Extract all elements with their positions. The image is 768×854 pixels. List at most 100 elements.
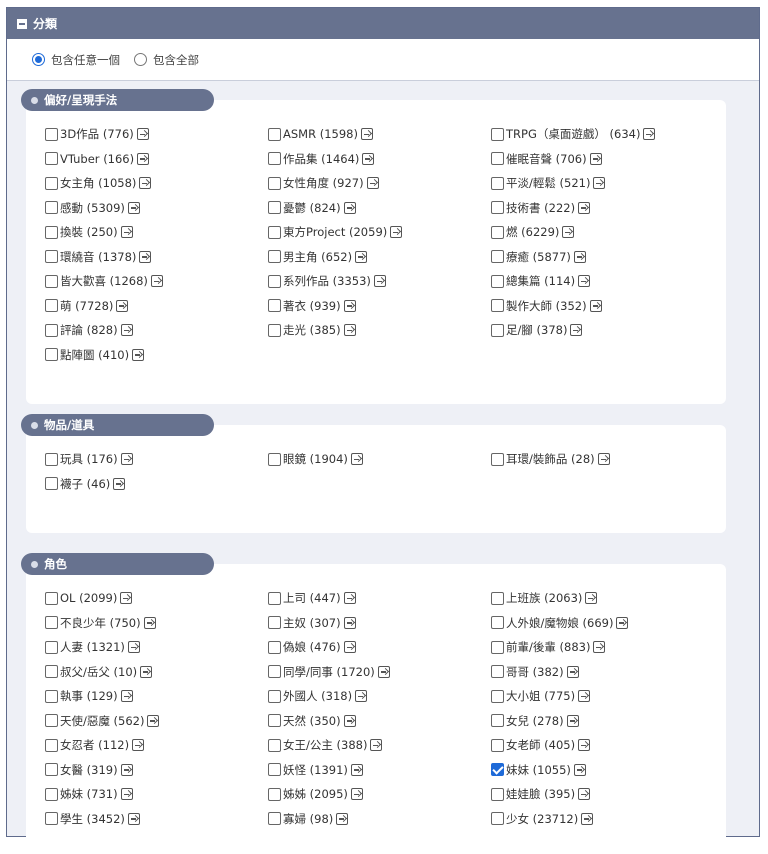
tag-option[interactable]: 平淡/輕鬆 (521) (491, 174, 606, 192)
tag-label[interactable]: 製作大師 (352) (506, 298, 587, 314)
arrow-right-icon[interactable] (350, 763, 363, 776)
tag-option[interactable]: 人外娘/魔物娘 (669) (491, 614, 629, 632)
arrow-right-icon[interactable] (589, 299, 602, 312)
tag-option[interactable]: 偽娘 (476) (268, 638, 356, 656)
tag-label[interactable]: 妹妹 (1055) (506, 762, 571, 778)
tag-option[interactable]: 系列作品 (3353) (268, 272, 386, 290)
tag-option[interactable]: 療癒 (5877) (491, 248, 586, 266)
tag-checkbox[interactable] (268, 616, 281, 629)
group-label[interactable]: 角色 (21, 553, 214, 575)
tag-checkbox[interactable] (268, 714, 281, 727)
arrow-right-icon[interactable] (127, 201, 140, 214)
tag-label[interactable]: 天使/惡魔 (562) (60, 713, 144, 729)
tag-label[interactable]: TRPG（桌面遊戲） (634) (506, 126, 640, 142)
tag-checkbox[interactable] (491, 452, 504, 466)
tag-checkbox[interactable] (491, 738, 504, 752)
tag-checkbox[interactable] (45, 787, 58, 801)
tag-option[interactable]: TRPG（桌面遊戲） (634) (491, 125, 656, 143)
tag-option[interactable]: 姊妹 (731) (45, 785, 133, 803)
arrow-right-icon[interactable] (120, 592, 133, 604)
tag-label[interactable]: 主奴 (307) (283, 615, 341, 631)
tag-label[interactable]: 上司 (447) (283, 590, 341, 606)
tag-option[interactable]: 評論 (828) (45, 321, 133, 339)
tag-checkbox[interactable] (268, 665, 281, 678)
tag-label[interactable]: 系列作品 (3353) (283, 273, 371, 289)
arrow-right-icon[interactable] (343, 299, 356, 312)
arrow-right-icon[interactable] (120, 788, 133, 800)
arrow-right-icon[interactable] (566, 714, 579, 727)
tag-label[interactable]: 眼鏡 (1904) (283, 451, 348, 467)
tag-option[interactable]: 換裝 (250) (45, 223, 133, 241)
arrow-right-icon[interactable] (643, 128, 656, 140)
radio-button[interactable] (134, 53, 147, 66)
tag-checkbox[interactable] (45, 616, 58, 629)
tag-option[interactable]: 同學/同事 (1720) (268, 663, 390, 681)
arrow-right-icon[interactable] (127, 812, 140, 825)
arrow-right-icon[interactable] (578, 739, 591, 751)
tag-option[interactable]: 走光 (385) (268, 321, 356, 339)
tag-label[interactable]: 療癒 (5877) (506, 249, 571, 265)
arrow-right-icon[interactable] (377, 665, 390, 678)
tag-label[interactable]: 感動 (5309) (60, 200, 125, 216)
tag-checkbox[interactable] (491, 616, 504, 629)
tag-checkbox[interactable] (45, 348, 58, 361)
tag-label[interactable]: 學生 (3452) (60, 811, 125, 827)
section-header[interactable]: 分類 (7, 8, 759, 39)
arrow-right-icon[interactable] (578, 275, 591, 287)
tag-checkbox[interactable] (268, 763, 281, 776)
tag-label[interactable]: 平淡/輕鬆 (521) (506, 175, 590, 191)
arrow-right-icon[interactable] (343, 641, 356, 653)
arrow-right-icon[interactable] (390, 226, 403, 238)
arrow-right-icon[interactable] (132, 348, 145, 361)
tag-checkbox[interactable] (491, 299, 504, 312)
tag-label[interactable]: 環繞音 (1378) (60, 249, 136, 265)
tag-option[interactable]: 前輩/後輩 (883) (491, 638, 606, 656)
tag-option[interactable]: 妹妹 (1055) (491, 761, 586, 779)
arrow-right-icon[interactable] (350, 453, 363, 465)
tag-label[interactable]: 玩具 (176) (60, 451, 118, 467)
tag-checkbox[interactable] (491, 225, 504, 239)
tag-checkbox[interactable] (45, 714, 58, 727)
tag-option[interactable]: 少女 (23712) (491, 810, 594, 828)
tag-checkbox[interactable] (268, 738, 281, 752)
tag-checkbox[interactable] (491, 591, 504, 605)
arrow-right-icon[interactable] (355, 250, 368, 263)
arrow-right-icon[interactable] (116, 299, 129, 312)
tag-option[interactable]: VTuber (166) (45, 150, 150, 168)
arrow-right-icon[interactable] (343, 592, 356, 604)
tag-option[interactable]: 叔父/岳父 (10) (45, 663, 153, 681)
arrow-right-icon[interactable] (137, 152, 150, 165)
tag-label[interactable]: 寡婦 (98) (283, 811, 333, 827)
tag-label[interactable]: 姊妹 (731) (60, 786, 118, 802)
tag-checkbox[interactable] (491, 127, 504, 141)
tag-checkbox[interactable] (45, 665, 58, 678)
arrow-right-icon[interactable] (136, 128, 149, 140)
tag-label[interactable]: 大小姐 (775) (506, 688, 575, 704)
tag-option[interactable]: 女老師 (405) (491, 736, 591, 754)
tag-checkbox[interactable] (268, 176, 281, 190)
tag-checkbox[interactable] (268, 225, 281, 239)
radio-match-all[interactable]: 包含全部 (134, 52, 199, 68)
tag-option[interactable]: 萌 (7728) (45, 297, 129, 315)
tag-checkbox[interactable] (268, 812, 281, 825)
arrow-right-icon[interactable] (139, 177, 152, 189)
tag-checkbox[interactable] (268, 323, 281, 337)
arrow-right-icon[interactable] (113, 477, 126, 490)
tag-checkbox[interactable] (45, 477, 58, 490)
tag-checkbox[interactable] (491, 176, 504, 190)
arrow-right-icon[interactable] (127, 641, 140, 653)
tag-option[interactable]: 玩具 (176) (45, 450, 133, 468)
tag-checkbox[interactable] (491, 812, 504, 825)
tag-checkbox[interactable] (45, 323, 58, 337)
arrow-right-icon[interactable] (355, 690, 368, 702)
arrow-right-icon[interactable] (578, 788, 591, 800)
tag-label[interactable]: ASMR (1598) (283, 127, 358, 141)
arrow-right-icon[interactable] (570, 324, 583, 336)
tag-label[interactable]: OL (2099) (60, 591, 117, 605)
tag-option[interactable]: 人妻 (1321) (45, 638, 140, 656)
tag-option[interactable]: 執事 (129) (45, 687, 133, 705)
radio-button[interactable] (32, 53, 45, 66)
tag-label[interactable]: 男主角 (652) (283, 249, 352, 265)
tag-label[interactable]: 偽娘 (476) (283, 639, 341, 655)
tag-label[interactable]: 執事 (129) (60, 688, 118, 704)
